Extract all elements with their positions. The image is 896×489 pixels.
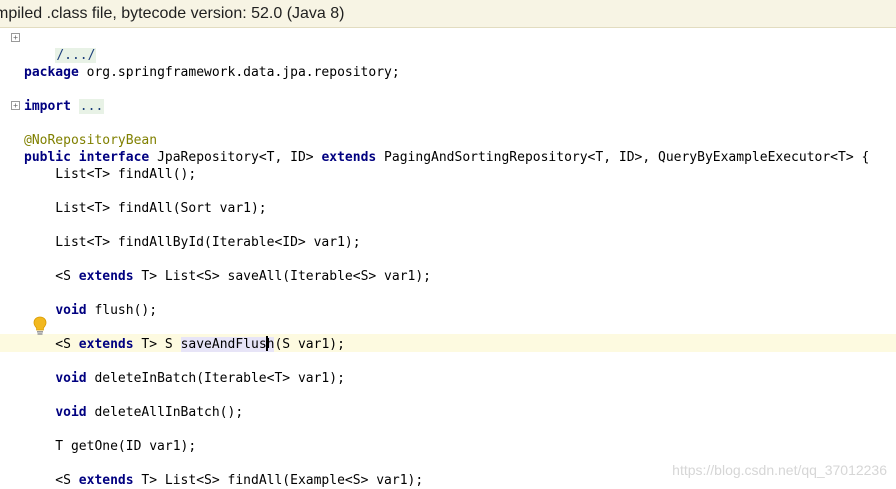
code-text: List<T> findAll(Sort var1); (24, 201, 267, 216)
code-line-deleteinbatch[interactable]: void deleteInBatch(Iterable<T> var1); (24, 370, 345, 387)
keyword: void (55, 371, 87, 386)
keyword: extends (78, 269, 134, 284)
code-text: T> List<S> findAll(Example<S> var1); (133, 473, 424, 488)
code-editor[interactable]: + + /.../ package org.springframework.da… (0, 28, 896, 488)
decompiled-notice-banner: mpiled .class file, bytecode version: 52… (0, 0, 896, 28)
keyword: void (55, 405, 87, 420)
code-line-findall[interactable]: List<T> findAll(); (24, 166, 196, 183)
code-text: List<T> findAllById(Iterable<ID> var1); (24, 235, 361, 250)
fold-marker-icon[interactable]: + (11, 101, 20, 110)
code-text: List<T> findAll(); (24, 167, 197, 182)
code-line-findall-sort[interactable]: List<T> findAll(Sort var1); (24, 200, 267, 217)
keyword: extends (321, 150, 377, 165)
code-text: <S (24, 269, 79, 284)
keyword: void (55, 303, 87, 318)
code-line-saveandflush[interactable]: <S extends T> S saveAndFlush(S var1); (24, 336, 345, 353)
code-text: <S (24, 337, 79, 352)
lightbulb-icon[interactable] (33, 316, 47, 336)
folded-imports[interactable]: ... (78, 99, 105, 114)
editor-gutter (0, 28, 20, 488)
code-text: deleteAllInBatch(); (86, 405, 244, 420)
code-line-import[interactable]: import ... (24, 98, 105, 115)
folded-comment[interactable]: /.../ (55, 48, 97, 63)
banner-text: mpiled .class file, bytecode version: 52… (0, 5, 345, 22)
code-text: org.springframework.data.jpa.repository; (78, 65, 400, 80)
code-text: PagingAndSortingRepository<T, ID>, Query… (376, 150, 870, 165)
watermark: https://blog.csdn.net/qq_37012236 (672, 462, 887, 478)
keyword: import (24, 99, 71, 114)
code-text: T> S (133, 337, 181, 352)
annotation: @NoRepositoryBean (24, 133, 158, 148)
code-line-findall-example[interactable]: <S extends T> List<S> findAll(Example<S>… (24, 472, 423, 489)
code-line-interface-decl[interactable]: public interface JpaRepository<T, ID> ex… (24, 149, 869, 166)
identifier-part: saveAndFlus (180, 337, 267, 352)
code-text: T getOne(ID var1); (24, 439, 197, 454)
keyword: interface (78, 150, 150, 165)
keyword: extends (78, 337, 134, 352)
code-text: (S var1); (274, 337, 345, 352)
code-text: T> List<S> saveAll(Iterable<S> var1); (133, 269, 432, 284)
code-text: <S (24, 473, 79, 488)
keyword: extends (78, 473, 134, 488)
code-text: flush(); (86, 303, 158, 318)
keyword: public (24, 150, 71, 165)
code-line-saveall[interactable]: <S extends T> List<S> saveAll(Iterable<S… (24, 268, 431, 285)
code-line-package[interactable]: package org.springframework.data.jpa.rep… (24, 64, 400, 81)
code-text: JpaRepository<T, ID> (149, 150, 322, 165)
code-line-deleteallinbatch[interactable]: void deleteAllInBatch(); (24, 404, 243, 421)
code-line-1[interactable]: /.../ (24, 30, 97, 63)
code-text: deleteInBatch(Iterable<T> var1); (86, 371, 345, 386)
fold-marker-icon[interactable]: + (11, 33, 20, 42)
code-line-getone[interactable]: T getOne(ID var1); (24, 438, 196, 455)
code-line-annotation[interactable]: @NoRepositoryBean (24, 132, 157, 149)
keyword: package (24, 65, 79, 80)
code-line-findallbyid[interactable]: List<T> findAllById(Iterable<ID> var1); (24, 234, 361, 251)
highlighted-identifier[interactable]: saveAndFlush (180, 336, 275, 352)
